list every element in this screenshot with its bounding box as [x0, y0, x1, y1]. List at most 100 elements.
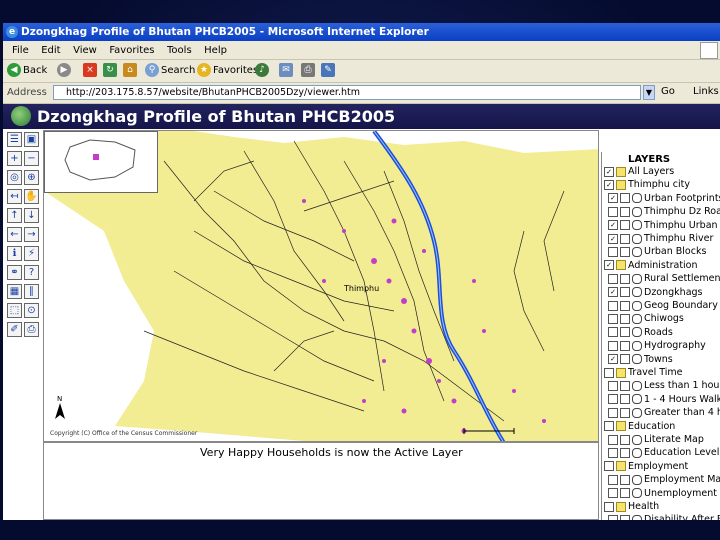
- layer-group-row[interactable]: Education: [604, 421, 675, 433]
- layer-visibility-checkbox[interactable]: ✓: [608, 233, 618, 244]
- layer-row[interactable]: Literate Map: [608, 434, 704, 446]
- layer-group-row[interactable]: Employment: [604, 461, 688, 473]
- layer-radio-icon[interactable]: [632, 287, 642, 298]
- layer-active-checkbox[interactable]: [620, 206, 630, 217]
- layer-visibility-checkbox[interactable]: [608, 273, 618, 284]
- layer-row[interactable]: ✓ Urban Footprints: [608, 193, 720, 205]
- layer-radio-icon[interactable]: [632, 380, 642, 391]
- layer-visibility-checkbox[interactable]: ✓: [604, 166, 614, 177]
- layer-radio-icon[interactable]: [632, 434, 642, 445]
- layer-radio-icon[interactable]: [632, 206, 642, 217]
- layer-group-row[interactable]: Travel Time: [604, 367, 683, 379]
- menu-help[interactable]: Help: [204, 42, 227, 59]
- print-button[interactable]: ⎙: [301, 63, 317, 79]
- layer-active-checkbox[interactable]: [620, 193, 630, 204]
- pan-west-tool-icon[interactable]: ←: [7, 227, 22, 242]
- media-button[interactable]: ♪: [255, 63, 271, 79]
- layer-group-row[interactable]: Health: [604, 501, 659, 513]
- layer-visibility-checkbox[interactable]: [604, 461, 614, 472]
- layer-radio-icon[interactable]: [632, 327, 642, 338]
- layer-radio-icon[interactable]: [632, 340, 642, 351]
- layer-radio-icon[interactable]: [632, 447, 642, 458]
- find-tool-icon[interactable]: ⚭: [7, 265, 22, 280]
- layer-active-checkbox[interactable]: [620, 300, 630, 311]
- layer-row[interactable]: Education Level Map: [608, 447, 720, 459]
- back-button[interactable]: ◀ Back: [7, 63, 47, 79]
- pan-tool-icon[interactable]: ✋: [24, 189, 39, 204]
- scale-tool-icon[interactable]: ∥: [24, 284, 39, 299]
- layer-radio-icon[interactable]: [632, 193, 642, 204]
- layer-radio-icon[interactable]: [632, 246, 642, 257]
- back-extent-tool-icon[interactable]: ↤: [7, 189, 22, 204]
- layer-visibility-checkbox[interactable]: [608, 488, 618, 499]
- layer-visibility-checkbox[interactable]: [608, 340, 618, 351]
- layer-radio-icon[interactable]: [632, 233, 642, 244]
- layer-visibility-checkbox[interactable]: [608, 300, 618, 311]
- layer-visibility-checkbox[interactable]: [608, 380, 618, 391]
- layer-active-checkbox[interactable]: [620, 246, 630, 257]
- layer-active-checkbox[interactable]: [620, 354, 630, 365]
- layer-visibility-checkbox[interactable]: ✓: [604, 260, 614, 271]
- overview-map[interactable]: [44, 131, 158, 193]
- layer-row[interactable]: Chiwogs: [608, 313, 684, 325]
- layer-row[interactable]: Thimphu Dz Road: [608, 206, 720, 218]
- layer-row[interactable]: Urban Blocks: [608, 246, 706, 258]
- layer-active-checkbox[interactable]: [620, 220, 630, 231]
- layer-active-checkbox[interactable]: [620, 434, 630, 445]
- layer-group-row[interactable]: ✓ Thimphu city: [604, 179, 690, 191]
- print-map-tool-icon[interactable]: ⎙: [24, 322, 39, 337]
- layer-radio-icon[interactable]: [632, 474, 642, 485]
- layer-radio-icon[interactable]: [632, 407, 642, 418]
- layer-active-checkbox[interactable]: [620, 447, 630, 458]
- zoom-out-tool-icon[interactable]: −: [24, 151, 39, 166]
- layer-active-checkbox[interactable]: [620, 327, 630, 338]
- mail-button[interactable]: ✉: [279, 63, 295, 79]
- layer-row[interactable]: 1 - 4 Hours Walking: [608, 394, 720, 406]
- layer-row[interactable]: Roads: [608, 327, 673, 339]
- layer-row[interactable]: ✓ Towns: [608, 354, 673, 366]
- layer-visibility-checkbox[interactable]: [608, 327, 618, 338]
- layer-radio-icon[interactable]: [632, 300, 642, 311]
- layer-row[interactable]: Employment Map: [608, 474, 720, 486]
- layer-active-checkbox[interactable]: [620, 313, 630, 324]
- layer-active-checkbox[interactable]: [620, 233, 630, 244]
- layer-active-checkbox[interactable]: [620, 380, 630, 391]
- layer-row[interactable]: Greater than 4 hours: [608, 407, 720, 419]
- edit-page-button[interactable]: ✎: [321, 63, 337, 79]
- zoom-in-tool-icon[interactable]: +: [7, 151, 22, 166]
- go-button[interactable]: Go: [661, 86, 675, 97]
- layer-visibility-checkbox[interactable]: [604, 501, 614, 512]
- links-button[interactable]: Links: [693, 86, 719, 97]
- home-button[interactable]: ⌂: [123, 63, 139, 79]
- layer-visibility-checkbox[interactable]: [608, 447, 618, 458]
- layer-active-checkbox[interactable]: [620, 407, 630, 418]
- layer-visibility-checkbox[interactable]: [608, 313, 618, 324]
- layer-active-checkbox[interactable]: [620, 287, 630, 298]
- menu-tools[interactable]: Tools: [167, 42, 192, 59]
- stop-button[interactable]: ×: [83, 63, 99, 79]
- layer-visibility-checkbox[interactable]: [608, 434, 618, 445]
- layer-row[interactable]: Geog Boundary: [608, 300, 718, 312]
- layer-visibility-checkbox[interactable]: [608, 407, 618, 418]
- layer-visibility-checkbox[interactable]: ✓: [604, 179, 614, 190]
- menu-view[interactable]: View: [73, 42, 97, 59]
- layer-radio-icon[interactable]: [632, 220, 642, 231]
- layer-radio-icon[interactable]: [632, 354, 642, 365]
- layer-visibility-checkbox[interactable]: ✓: [608, 193, 618, 204]
- layer-row[interactable]: Unemployment Map: [608, 488, 720, 500]
- menu-edit[interactable]: Edit: [41, 42, 60, 59]
- layer-visibility-checkbox[interactable]: ✓: [608, 220, 618, 231]
- menu-file[interactable]: File: [12, 42, 29, 59]
- pan-south-tool-icon[interactable]: ↓: [24, 208, 39, 223]
- search-button[interactable]: ⚲ Search: [145, 63, 195, 79]
- layer-active-checkbox[interactable]: [620, 394, 630, 405]
- layer-visibility-checkbox[interactable]: [604, 367, 614, 378]
- layer-visibility-checkbox[interactable]: [608, 474, 618, 485]
- address-input[interactable]: http://203.175.8.57/website/BhutanPHCB20…: [53, 85, 641, 100]
- layer-row[interactable]: ✓ Thimphu Urban Roads: [608, 220, 720, 232]
- select-tool-icon[interactable]: ⬚: [7, 303, 22, 318]
- menu-favorites[interactable]: Favorites: [109, 42, 154, 59]
- layer-radio-icon[interactable]: [632, 313, 642, 324]
- map-view[interactable]: Thimphu N Copyright (C) Office of the Ce…: [43, 130, 599, 442]
- clear-selection-tool-icon[interactable]: ✐: [7, 322, 22, 337]
